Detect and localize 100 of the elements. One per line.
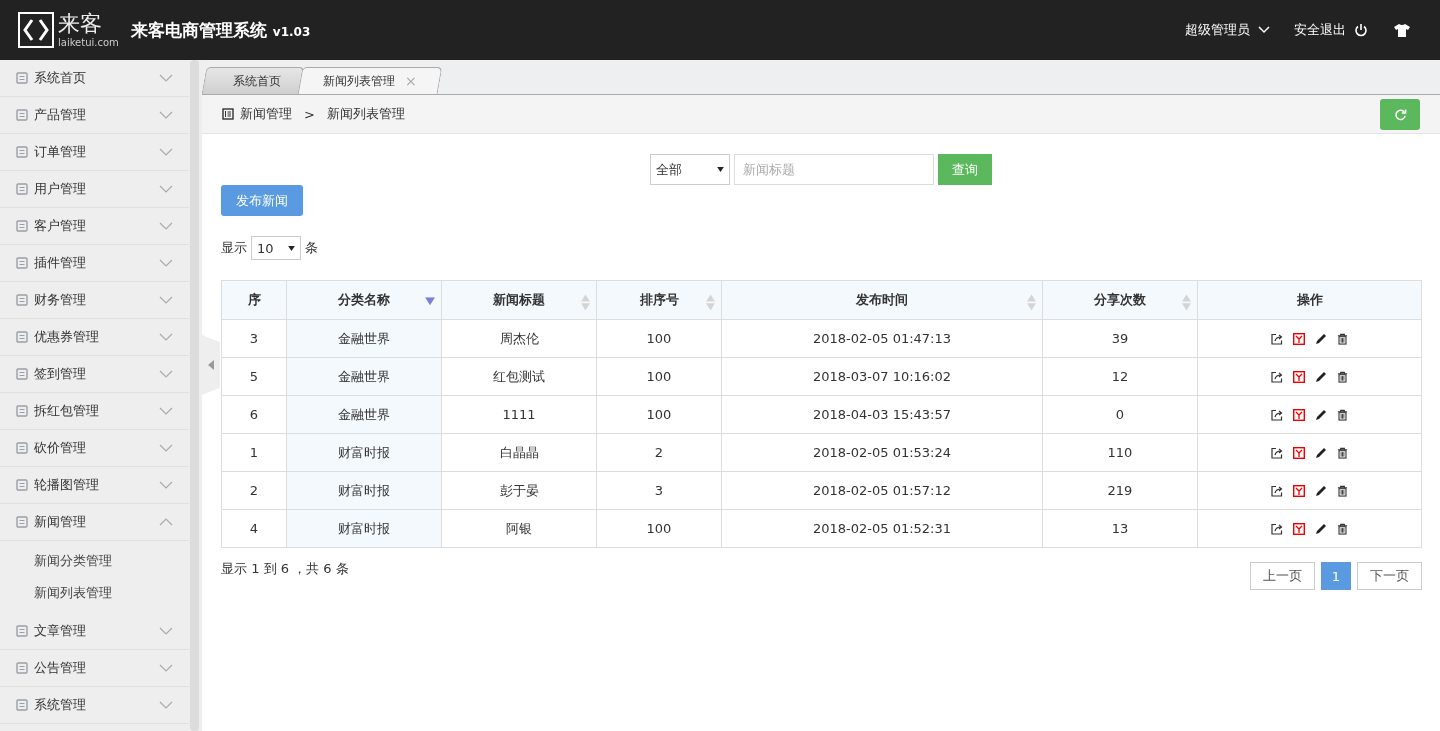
table-cell: 财富时报 [286, 509, 442, 548]
table-cell: 财富时报 [286, 433, 442, 472]
chevron-down-icon [159, 111, 173, 119]
chevron-down-icon [159, 296, 173, 304]
tab[interactable]: 系统首页 [201, 67, 305, 94]
chevron-down-icon [1258, 26, 1270, 34]
tab[interactable]: 新闻列表管理 × [297, 67, 443, 94]
table-cell: 3 [596, 471, 722, 510]
table-cell: 2018-02-05 01:57:12 [721, 471, 1043, 510]
share-icon[interactable] [1271, 332, 1283, 345]
gift-envelope-icon[interactable] [1293, 408, 1305, 421]
gift-envelope-icon[interactable] [1293, 446, 1305, 459]
entries-label: 条 [305, 239, 318, 257]
table-cell: 1111 [441, 395, 597, 434]
breadcrumb-separator: > [304, 106, 315, 122]
dropdown-icon [288, 245, 295, 251]
table-cell: 2018-02-05 01:52:31 [721, 509, 1043, 548]
chevron-down-icon [159, 664, 173, 672]
table-summary: 显示 1 到 6 ，共 6 条 [221, 560, 349, 578]
logout-link[interactable]: 安全退出 [1294, 21, 1368, 39]
chevron-down-icon [159, 481, 173, 489]
category-select[interactable]: 全部 [649, 154, 730, 185]
triangle-left-icon [208, 360, 214, 370]
edit-icon[interactable] [1315, 446, 1327, 459]
edit-icon[interactable] [1315, 370, 1327, 383]
column-header[interactable]: 分类名称 [286, 280, 442, 320]
brackets-icon [18, 12, 54, 48]
table-cell: 白晶晶 [441, 433, 597, 472]
share-icon[interactable] [1271, 408, 1283, 421]
table-cell: 100 [596, 357, 722, 396]
share-icon[interactable] [1271, 484, 1283, 497]
chevron-down-icon [159, 370, 173, 378]
gift-envelope-icon[interactable] [1293, 370, 1305, 383]
table-cell: 金融世界 [286, 357, 442, 396]
table-cell: 100 [596, 319, 722, 358]
delete-icon[interactable] [1337, 370, 1348, 383]
column-header[interactable]: 序 [221, 280, 287, 320]
delete-icon[interactable] [1337, 484, 1348, 497]
delete-icon[interactable] [1337, 446, 1348, 459]
user-menu[interactable]: 超级管理员 [1185, 21, 1270, 39]
edit-icon[interactable] [1315, 332, 1327, 345]
table-cell: 周杰伦 [441, 319, 597, 358]
previous-page-button[interactable]: 上一页 [1249, 562, 1315, 590]
table-cell: 3 [221, 319, 287, 358]
refresh-icon [1393, 107, 1407, 121]
table-cell: 2018-02-05 01:47:13 [721, 319, 1043, 358]
edit-icon[interactable] [1315, 522, 1327, 535]
dropdown-icon [716, 167, 724, 172]
table-cell: 财富时报 [286, 471, 442, 510]
gift-envelope-icon[interactable] [1293, 332, 1305, 345]
chevron-down-icon [159, 627, 173, 635]
column-header[interactable]: 分享次数 [1042, 280, 1198, 320]
chevron-down-icon [159, 333, 173, 341]
shirt-icon[interactable] [1394, 23, 1410, 37]
breadcrumb-item[interactable]: 新闻列表管理 [326, 105, 405, 123]
gift-envelope-icon[interactable] [1293, 522, 1305, 535]
share-icon[interactable] [1271, 522, 1283, 535]
table-cell: 4 [221, 509, 287, 548]
delete-icon[interactable] [1337, 332, 1348, 345]
table-cell: 110 [1042, 433, 1198, 472]
edit-icon[interactable] [1315, 408, 1327, 421]
title-search-field[interactable]: 新闻标题 [733, 154, 934, 185]
logo-text: 来客 [58, 12, 103, 35]
table-cell: 12 [1042, 357, 1198, 396]
chevron-down-icon [159, 701, 173, 709]
column-header[interactable]: 发布时间 [721, 280, 1043, 320]
table-cell: 2 [596, 433, 722, 472]
show-label: 显示 [221, 239, 247, 257]
column-header[interactable]: 操作 [1197, 280, 1422, 320]
share-icon[interactable] [1271, 446, 1283, 459]
delete-icon[interactable] [1337, 522, 1348, 535]
next-page-button[interactable]: 下一页 [1357, 562, 1422, 590]
collapse-handle[interactable] [202, 335, 220, 395]
power-icon [1354, 23, 1368, 37]
chevron-down-icon [159, 444, 173, 452]
table-cell: 2018-02-05 01:53:24 [721, 433, 1043, 472]
sidebar-subitem[interactable]: 新闻分类管理 [0, 545, 189, 577]
delete-icon[interactable] [1337, 408, 1348, 421]
column-header[interactable]: 新闻标题 [441, 280, 597, 320]
table-cell: 13 [1042, 509, 1198, 548]
share-icon[interactable] [1271, 370, 1283, 383]
page-length-select[interactable]: 10 [251, 236, 301, 260]
scrollbar[interactable] [190, 60, 199, 731]
column-header[interactable]: 排序号 [596, 280, 722, 320]
table-cell: 100 [596, 509, 722, 548]
table-cell: 2018-03-07 10:16:02 [721, 357, 1043, 396]
table-cell: 100 [596, 395, 722, 434]
chevron-down-icon [159, 148, 173, 156]
table-cell: 219 [1042, 471, 1198, 510]
chevron-up-icon [159, 518, 173, 526]
sidebar-subitem[interactable]: 新闻列表管理 [0, 577, 189, 609]
gift-envelope-icon[interactable] [1293, 484, 1305, 497]
version-label: v1.03 [272, 24, 311, 39]
table-cell: 彭于晏 [441, 471, 597, 510]
breadcrumb-item[interactable]: 新闻管理 [240, 105, 292, 123]
edit-icon[interactable] [1315, 484, 1327, 497]
chevron-down-icon [159, 185, 173, 193]
chevron-down-icon [159, 259, 173, 267]
table-cell: 1 [221, 433, 287, 472]
table-cell: 金融世界 [286, 319, 442, 358]
